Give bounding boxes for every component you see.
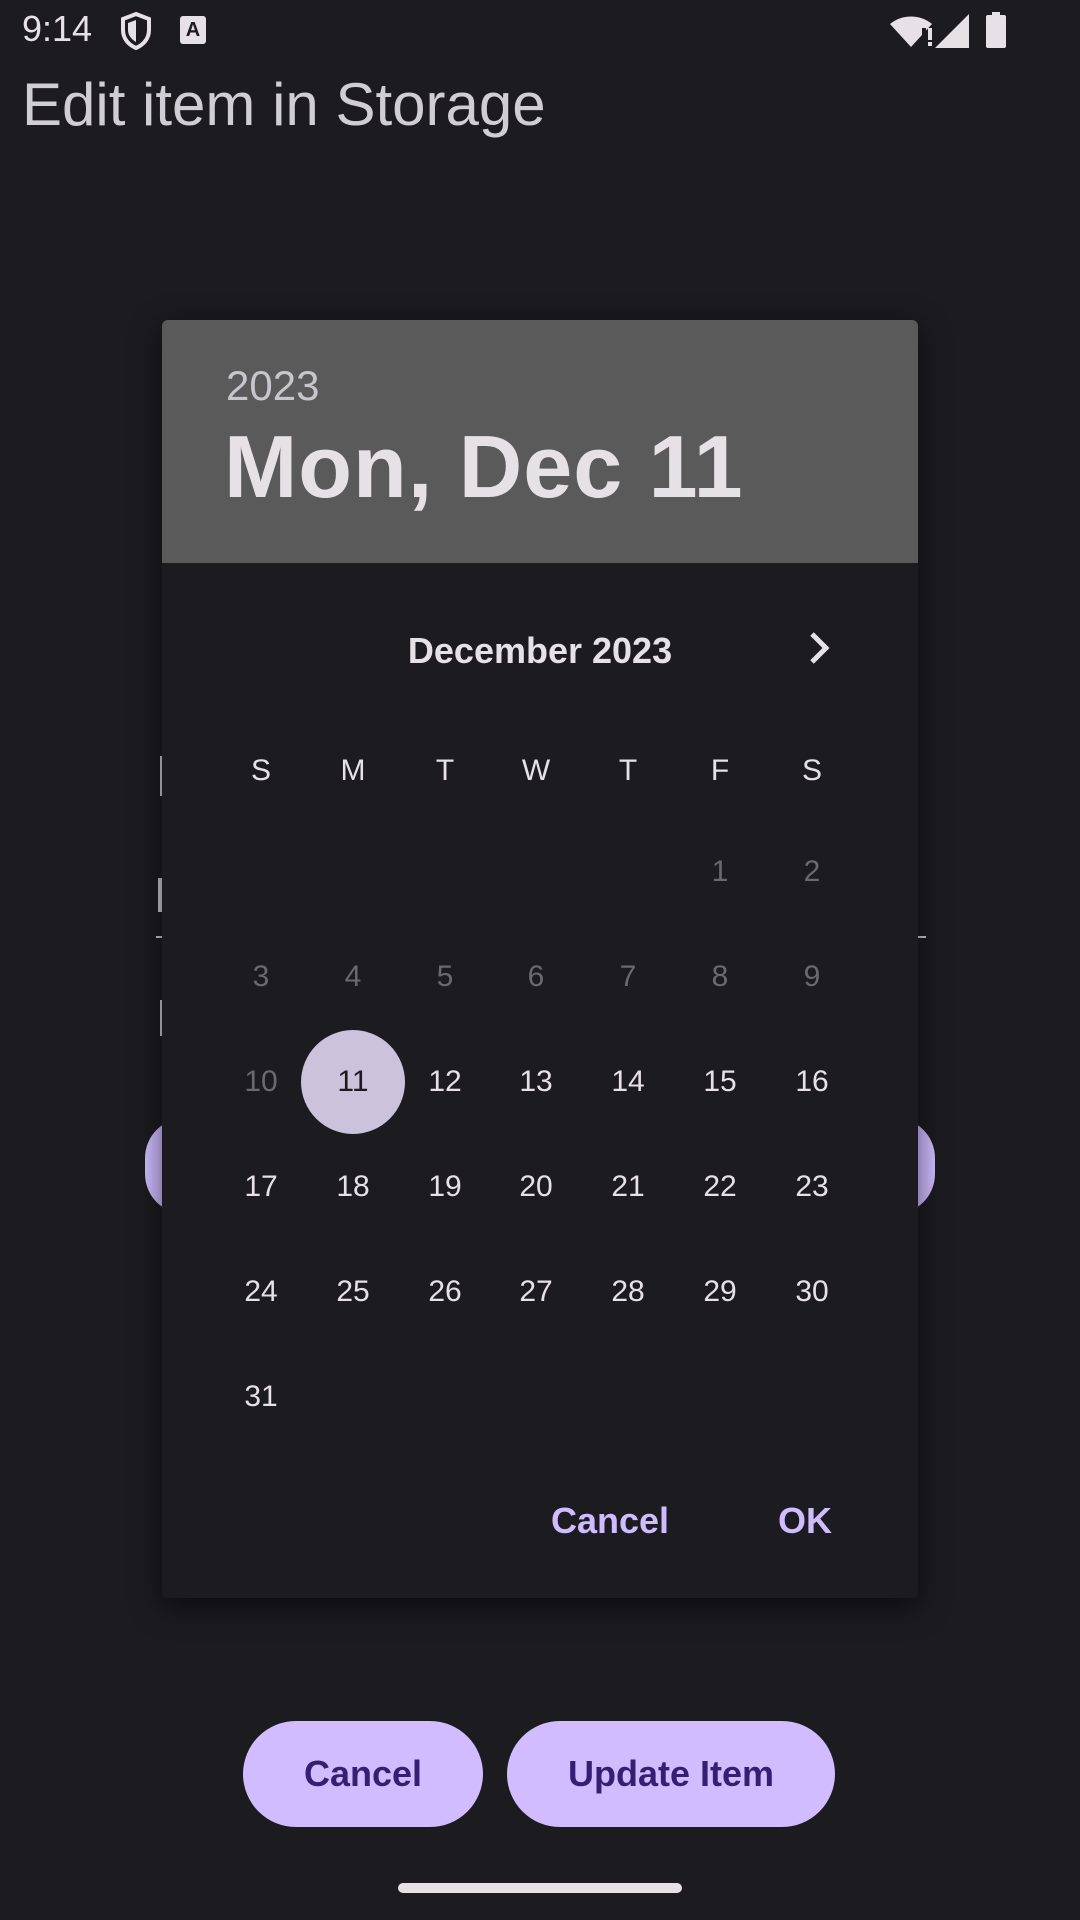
day-31[interactable]: 31 [209,1345,313,1449]
day-13[interactable]: 13 [484,1030,588,1134]
status-bar: 9:14 A [0,0,1080,60]
day-27[interactable]: 27 [484,1240,588,1344]
day-19[interactable]: 19 [393,1135,497,1239]
weekday-tue: T [435,754,455,787]
status-time: 9:14 [22,8,93,49]
day-29[interactable]: 29 [668,1240,772,1344]
weekday-fri: F [710,754,730,787]
day-11-selected[interactable]: 11 [301,1030,405,1134]
day-12[interactable]: 12 [393,1030,497,1134]
day-22[interactable]: 22 [668,1135,772,1239]
year-label[interactable]: 2023 [226,362,319,410]
chevron-right-icon [810,632,830,664]
day-24[interactable]: 24 [209,1240,313,1344]
form-field-underline [918,936,926,938]
battery-icon [986,12,1006,48]
update-item-button[interactable]: Update Item [507,1721,835,1827]
a-badge-icon: A [180,16,206,44]
day-15[interactable]: 15 [668,1030,772,1134]
day-21[interactable]: 21 [576,1135,680,1239]
day-17[interactable]: 17 [209,1135,313,1239]
weekday-sat: S [801,754,822,787]
day-25[interactable]: 25 [301,1240,405,1344]
day-28[interactable]: 28 [576,1240,680,1344]
weekday-thu: T [618,754,638,787]
day-16[interactable]: 16 [760,1030,864,1134]
dialog-ok-button[interactable]: OK [778,1500,832,1542]
day-1: 1 [711,855,729,888]
dialog-cancel-button[interactable]: Cancel [551,1500,669,1542]
day-9: 9 [803,960,821,993]
day-26[interactable]: 26 [393,1240,497,1344]
selected-date-label: Mon, Dec 11 [224,417,744,516]
weekday-sun: S [250,754,271,787]
day-8: 8 [711,960,729,993]
day-18[interactable]: 18 [301,1135,405,1239]
day-30[interactable]: 30 [760,1240,864,1344]
signal-icon [935,14,969,48]
day-10: 10 [244,1065,278,1098]
weekday-mon: M [340,754,366,787]
day-3: 3 [252,960,270,993]
next-month-button[interactable] [792,620,848,676]
weekday-wed: W [521,754,551,787]
home-indicator[interactable] [398,1883,682,1893]
day-4: 4 [344,960,362,993]
date-picker-dialog: 2023 Mon, Dec 11 December 2023 S M T W T… [162,320,918,1598]
day-6: 6 [527,960,545,993]
date-picker-header: 2023 Mon, Dec 11 [162,320,918,563]
day-2: 2 [803,855,821,888]
day-23[interactable]: 23 [760,1135,864,1239]
day-5: 5 [436,960,454,993]
cancel-button[interactable]: Cancel [243,1721,483,1827]
shield-icon [121,12,151,50]
wifi-icon [890,16,932,47]
day-20[interactable]: 20 [484,1135,588,1239]
day-7: 7 [619,960,637,993]
page-title: Edit item in Storage [22,71,546,138]
day-14[interactable]: 14 [576,1030,680,1134]
